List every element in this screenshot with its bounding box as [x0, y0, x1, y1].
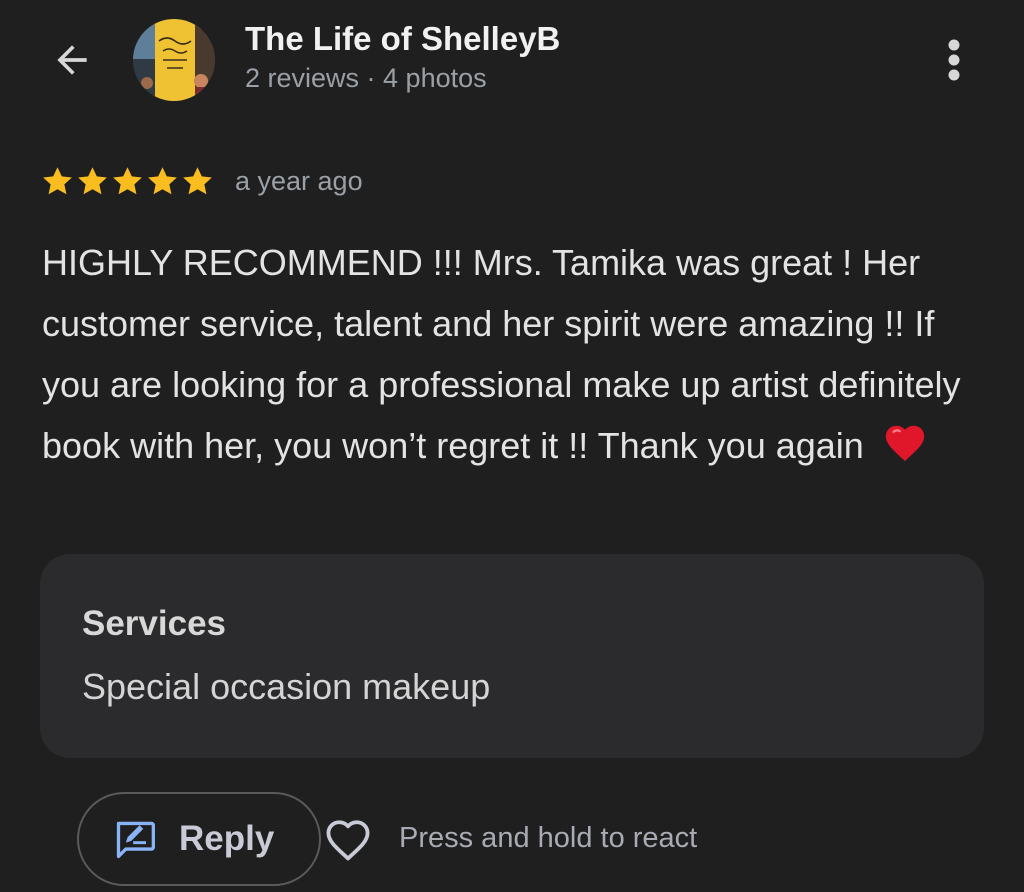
star-icon: [110, 164, 145, 199]
star-icon: [40, 164, 75, 199]
services-card: Services Special occasion makeup: [40, 554, 984, 758]
react-hint: Press and hold to react: [399, 822, 698, 854]
review-header: The Life of ShelleyB 2 reviews · 4 photo…: [0, 0, 1024, 130]
profile-stats: 2 reviews · 4 photos: [245, 63, 487, 93]
services-label: Services: [82, 604, 227, 643]
services-value: Special occasion makeup: [82, 666, 491, 707]
heart-outline-icon: [326, 820, 370, 861]
avatar-image: [133, 19, 215, 101]
profile-avatar[interactable]: [133, 19, 215, 101]
star-icon: [75, 164, 110, 199]
review-text: HIGHLY RECOMMEND !!! Mrs. Tamika was gre…: [42, 242, 961, 466]
rate-review-icon: [116, 821, 155, 859]
star-icon: [180, 164, 215, 199]
react-button[interactable]: [318, 810, 378, 870]
star-icon: [145, 164, 180, 199]
arrow-back-icon: [57, 45, 87, 75]
reply-label: Reply: [179, 819, 275, 858]
rating-row: a year ago: [40, 160, 363, 202]
review-body: HIGHLY RECOMMEND !!! Mrs. Tamika was gre…: [42, 232, 992, 476]
star-rating: [40, 164, 215, 199]
back-button[interactable]: [44, 32, 100, 88]
review-date: a year ago: [235, 165, 363, 196]
reply-button[interactable]: Reply: [77, 792, 321, 886]
more-vert-icon: [948, 39, 960, 81]
profile-name[interactable]: The Life of ShelleyB: [245, 20, 560, 58]
more-options-button[interactable]: [928, 34, 980, 86]
red-heart-emoji-icon: [882, 420, 928, 466]
